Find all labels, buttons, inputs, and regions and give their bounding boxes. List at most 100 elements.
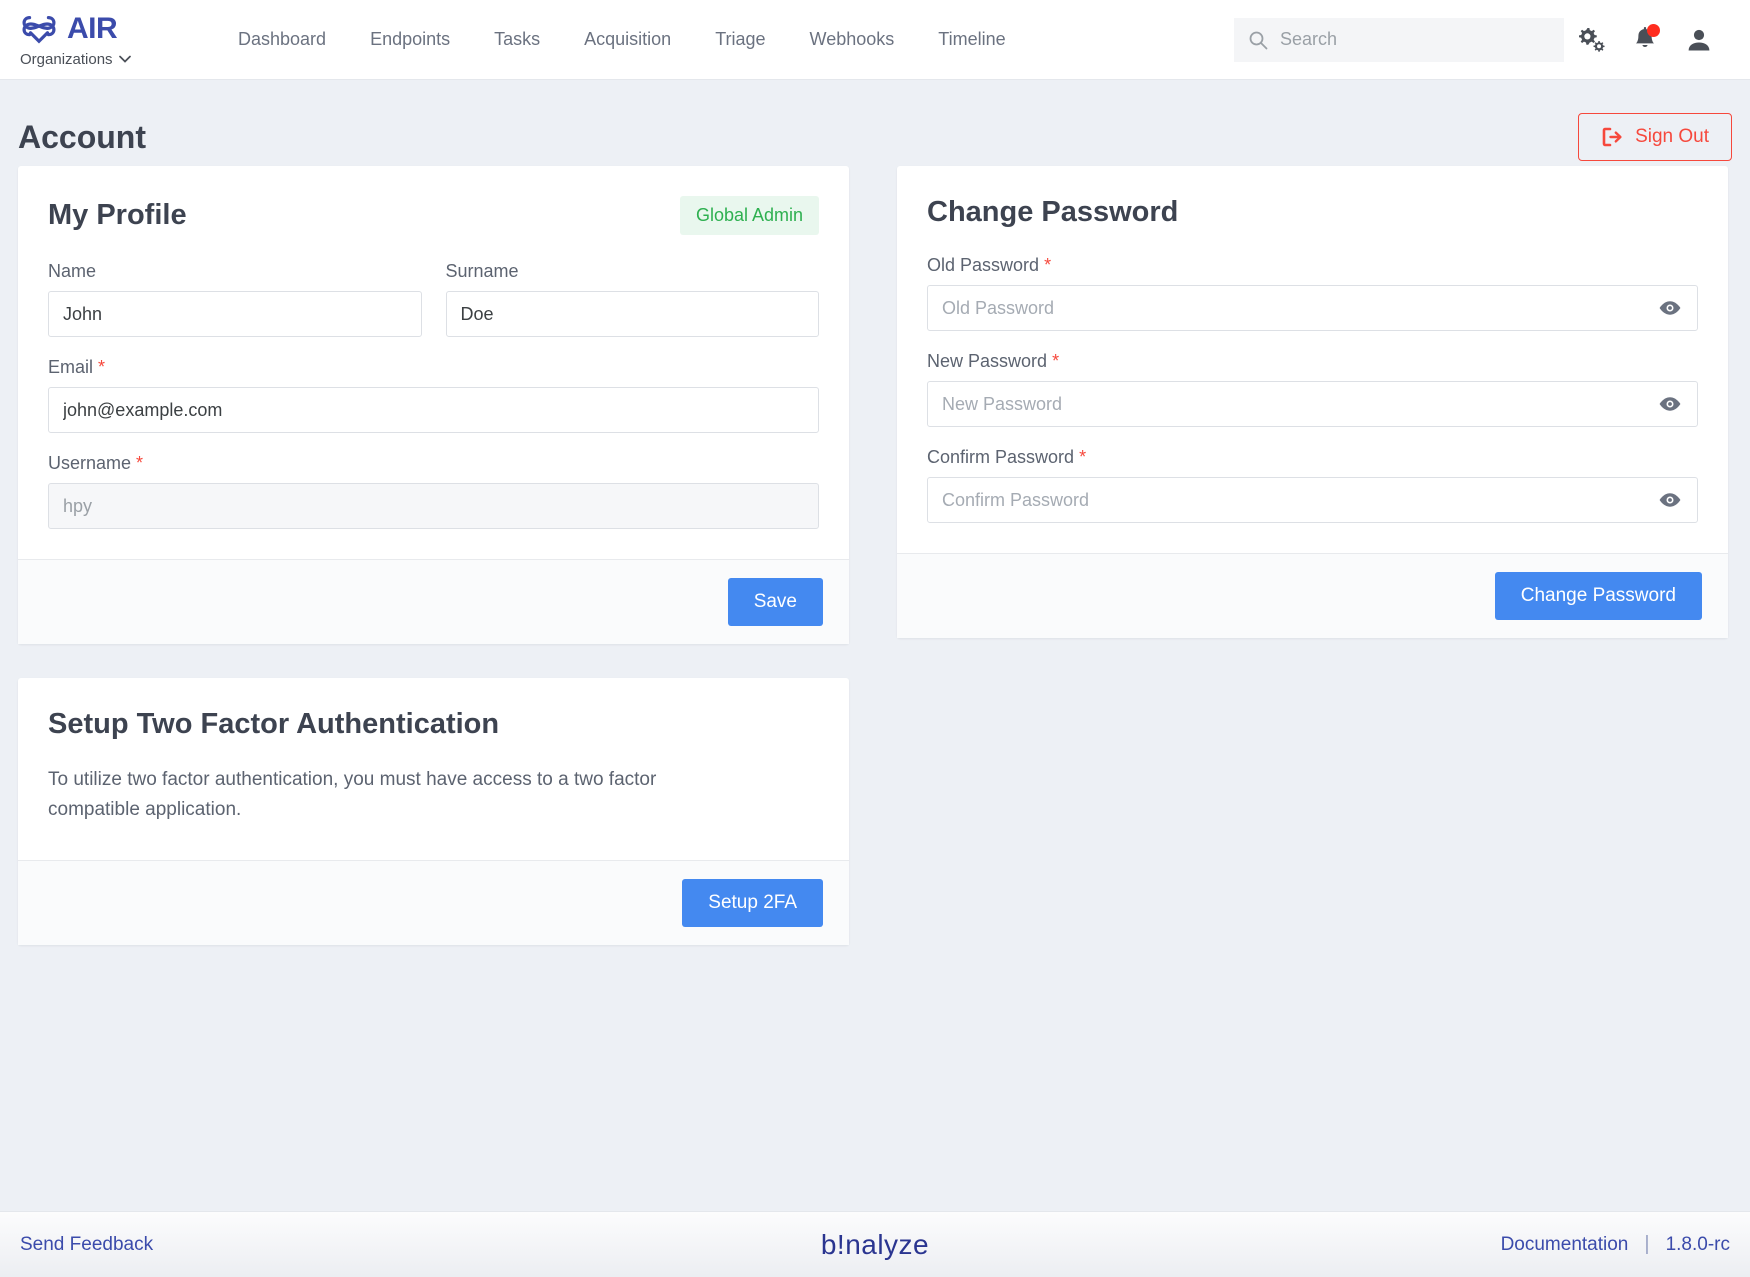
new-password-wrap (927, 381, 1698, 427)
name-label: Name (48, 261, 422, 282)
footer-separator: | (1644, 1233, 1649, 1256)
nav-link-acquisition[interactable]: Acquisition (562, 19, 693, 60)
two-factor-body: Setup Two Factor Authentication To utili… (18, 678, 849, 860)
confirm-password-reveal-button[interactable] (1654, 488, 1686, 512)
search-icon (1248, 30, 1268, 50)
change-password-title: Change Password (927, 196, 1178, 229)
my-profile-title: My Profile (48, 199, 187, 232)
role-badge: Global Admin (680, 196, 819, 235)
footer-right: Documentation | 1.8.0-rc (1501, 1233, 1730, 1256)
version-label: 1.8.0-rc (1666, 1234, 1730, 1256)
old-password-input[interactable] (927, 285, 1698, 331)
change-password-footer: Change Password (897, 553, 1728, 638)
confirm-password-label: Confirm Password * (927, 447, 1698, 468)
main-content: My Profile Global Admin Name Surname Ema… (0, 166, 1750, 945)
nav-link-triage[interactable]: Triage (693, 19, 787, 60)
nav-right-tools (1234, 13, 1726, 67)
username-required-mark: * (136, 453, 143, 473)
change-password-card: Change Password Old Password * (897, 166, 1728, 638)
new-password-required-mark: * (1052, 351, 1059, 371)
name-surname-row: Name Surname (48, 261, 819, 357)
surname-field-group: Surname (446, 261, 820, 337)
old-password-reveal-button[interactable] (1654, 296, 1686, 320)
top-navigation-bar: AIR Organizations Dashboard Endpoints Ta… (0, 0, 1750, 80)
my-profile-footer: Save (18, 559, 849, 644)
confirm-password-input[interactable] (927, 477, 1698, 523)
surname-label: Surname (446, 261, 820, 282)
old-password-wrap (927, 285, 1698, 331)
nav-link-endpoints[interactable]: Endpoints (348, 19, 472, 60)
primary-nav-links: Dashboard Endpoints Tasks Acquisition Tr… (216, 19, 1028, 60)
sign-out-button[interactable]: Sign Out (1578, 113, 1732, 161)
left-column: My Profile Global Admin Name Surname Ema… (18, 166, 849, 945)
two-factor-description: To utilize two factor authentication, yo… (48, 765, 738, 826)
my-profile-body: My Profile Global Admin Name Surname Ema… (18, 166, 849, 559)
sign-out-icon (1601, 126, 1623, 148)
nav-link-timeline[interactable]: Timeline (916, 19, 1027, 60)
cogs-icon (1576, 26, 1606, 54)
old-password-label: Old Password * (927, 255, 1698, 276)
email-field-group: Email * (48, 357, 819, 433)
settings-button[interactable] (1564, 13, 1618, 67)
new-password-field-group: New Password * (927, 351, 1698, 427)
two-factor-title: Setup Two Factor Authentication (48, 708, 819, 741)
save-button[interactable]: Save (728, 578, 823, 626)
brand-block: AIR Organizations (20, 12, 172, 68)
footer-logo-wrap: b!nalyze (0, 1229, 1750, 1261)
name-input[interactable] (48, 291, 422, 337)
nav-link-tasks[interactable]: Tasks (472, 19, 562, 60)
user-avatar-icon (1686, 26, 1712, 54)
eye-icon (1658, 300, 1682, 316)
search-box[interactable] (1234, 18, 1564, 62)
my-profile-card: My Profile Global Admin Name Surname Ema… (18, 166, 849, 644)
new-password-input[interactable] (927, 381, 1698, 427)
email-label-text: Email (48, 357, 93, 377)
email-input[interactable] (48, 387, 819, 433)
organization-switcher-label: Organizations (20, 51, 113, 68)
brand-name: AIR (67, 14, 117, 44)
confirm-password-field-group: Confirm Password * (927, 447, 1698, 523)
confirm-password-label-text: Confirm Password (927, 447, 1074, 467)
user-profile-button[interactable] (1672, 13, 1726, 67)
nav-link-dashboard[interactable]: Dashboard (216, 19, 348, 60)
brand-home-link[interactable]: AIR (20, 12, 172, 46)
page-footer: Send Feedback b!nalyze Documentation | 1… (0, 1211, 1750, 1277)
chevron-down-icon (119, 55, 131, 63)
confirm-password-required-mark: * (1079, 447, 1086, 467)
new-password-label: New Password * (927, 351, 1698, 372)
search-input[interactable] (1280, 29, 1550, 50)
name-field-group: Name (48, 261, 422, 337)
right-column: Change Password Old Password * (897, 166, 1728, 638)
username-input (48, 483, 819, 529)
username-label-text: Username (48, 453, 131, 473)
change-password-body: Change Password Old Password * (897, 166, 1728, 553)
eye-icon (1658, 492, 1682, 508)
email-label: Email * (48, 357, 819, 378)
old-password-required-mark: * (1044, 255, 1051, 275)
my-profile-header: My Profile Global Admin (48, 196, 819, 235)
two-factor-footer: Setup 2FA (18, 860, 849, 945)
organization-switcher[interactable]: Organizations (20, 51, 172, 68)
new-password-label-text: New Password (927, 351, 1047, 371)
username-label: Username * (48, 453, 819, 474)
nav-link-webhooks[interactable]: Webhooks (788, 19, 917, 60)
notifications-button[interactable] (1618, 13, 1672, 67)
two-factor-card: Setup Two Factor Authentication To utili… (18, 678, 849, 945)
binalyze-logo: b!nalyze (821, 1229, 929, 1261)
old-password-label-text: Old Password (927, 255, 1039, 275)
air-knot-logo-icon (20, 12, 58, 46)
username-field-group: Username * (48, 453, 819, 529)
documentation-link[interactable]: Documentation (1501, 1234, 1629, 1256)
setup-2fa-button[interactable]: Setup 2FA (682, 879, 823, 927)
send-feedback-link[interactable]: Send Feedback (20, 1234, 153, 1256)
card-spacer (18, 644, 849, 678)
page-header: Account Sign Out (0, 80, 1750, 166)
confirm-password-wrap (927, 477, 1698, 523)
surname-input[interactable] (446, 291, 820, 337)
sign-out-label: Sign Out (1635, 126, 1709, 148)
new-password-reveal-button[interactable] (1654, 392, 1686, 416)
change-password-header: Change Password (927, 196, 1698, 229)
notification-badge-dot (1647, 24, 1660, 37)
change-password-button[interactable]: Change Password (1495, 572, 1702, 620)
page-title: Account (18, 119, 146, 156)
